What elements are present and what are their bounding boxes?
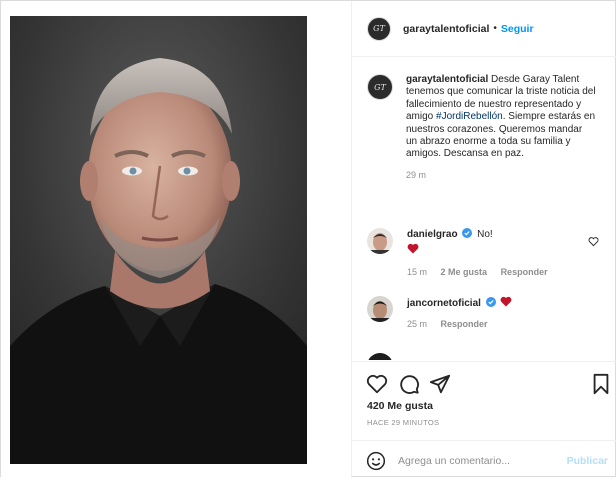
emoji-smile-icon[interactable] — [366, 451, 386, 471]
post-actions: 420 Me gusta HACE 29 MINUTOS Publicar — [352, 361, 616, 479]
comment-item-partial — [367, 353, 607, 360]
reply-button[interactable]: Responder — [501, 267, 548, 277]
comment-body: danielgrao No! 15 m 2 Me gusta Responder — [407, 228, 577, 279]
comment-time[interactable]: 15 m — [407, 267, 427, 277]
like-heart-icon[interactable] — [366, 373, 388, 395]
comment-item: danielgrao No! 15 m 2 Me gusta Responder — [367, 228, 607, 279]
comment-likes[interactable]: 2 Me gusta — [441, 267, 488, 277]
comment-input[interactable] — [398, 454, 558, 467]
header-username[interactable]: garaytalentoficial — [403, 23, 489, 35]
avatar-initials: GT — [374, 82, 386, 92]
verified-icon — [485, 297, 496, 307]
heart-emoji-icon — [501, 296, 512, 307]
photo-pane — [1, 1, 351, 478]
reply-button[interactable]: Responder — [441, 319, 488, 329]
comment-item: jancornetoficial 25 m Responder — [367, 296, 607, 331]
comment-time[interactable]: 25 m — [407, 319, 427, 329]
comments-list[interactable]: GT garaytalentoficial Desde Garay Talent… — [352, 58, 616, 360]
add-comment-bar: Publicar — [352, 440, 616, 480]
post-sidebar: GT garaytalentoficial • Seguir GT garayt… — [351, 1, 616, 478]
caption-username[interactable]: garaytalentoficial — [406, 74, 488, 85]
post-header: GT garaytalentoficial • Seguir — [352, 1, 616, 57]
caption-time[interactable]: 29 m — [406, 169, 596, 181]
share-send-icon[interactable] — [429, 373, 451, 395]
comment-avatar[interactable] — [367, 228, 393, 254]
account-avatar[interactable]: GT — [367, 16, 391, 41]
verified-icon — [462, 228, 473, 238]
caption-hashtag[interactable]: #JordiRebellón — [436, 111, 503, 122]
comment-meta: 25 m Responder — [407, 318, 577, 331]
heart-outline-icon[interactable] — [588, 236, 599, 247]
instagram-post: GT garaytalentoficial • Seguir GT garayt… — [0, 0, 616, 478]
post-caption: GT garaytalentoficial Desde Garay Talent… — [367, 74, 607, 181]
comment-avatar[interactable] — [367, 296, 393, 322]
comment-username[interactable]: jancornetoficial — [407, 298, 481, 309]
separator-dot: • — [493, 23, 497, 34]
comment-emoji — [407, 243, 577, 258]
comment-username[interactable]: danielgrao — [407, 229, 458, 240]
portrait-image — [10, 16, 307, 464]
caption-body: garaytalentoficial Desde Garay Talent te… — [406, 74, 596, 181]
comment-body: jancornetoficial 25 m Responder — [407, 296, 577, 331]
follow-button[interactable]: Seguir — [501, 23, 534, 35]
caption-avatar[interactable]: GT — [367, 74, 393, 100]
comment-text: No! — [477, 229, 493, 240]
likes-count[interactable]: 420 Me gusta — [367, 400, 433, 412]
bookmark-icon[interactable] — [590, 373, 612, 395]
comment-meta: 15 m 2 Me gusta Responder — [407, 266, 577, 279]
post-timestamp[interactable]: HACE 29 MINUTOS — [367, 418, 439, 427]
comment-avatar[interactable] — [367, 353, 393, 360]
heart-emoji-icon — [407, 243, 419, 254]
action-icons — [366, 373, 609, 395]
post-photo[interactable] — [10, 16, 307, 464]
comment-bubble-icon[interactable] — [398, 373, 420, 395]
publish-button[interactable]: Publicar — [567, 455, 608, 467]
avatar-initials: GT — [373, 24, 385, 33]
